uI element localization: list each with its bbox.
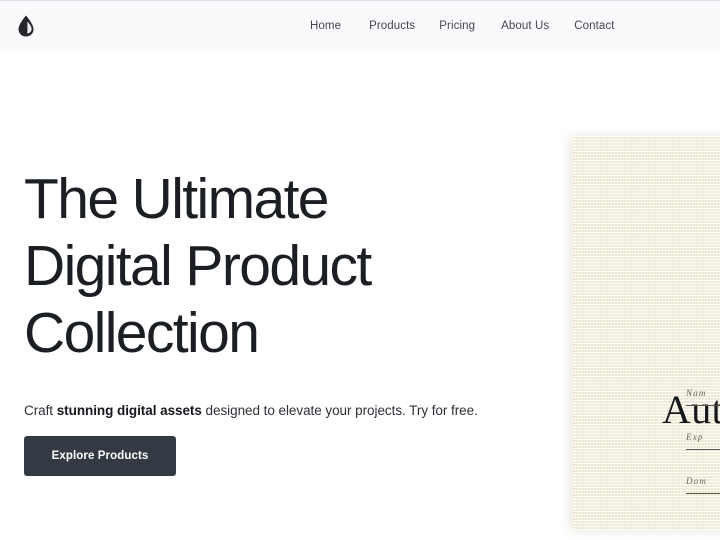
nav-item-about-us[interactable]: About Us [501, 15, 549, 39]
certificate-field-expiry-label: Exp [686, 432, 704, 442]
hero-subtitle-prefix: Craft [24, 403, 57, 418]
nav-item-products[interactable]: Products [369, 15, 415, 39]
certificate-field-name-rule [686, 405, 720, 406]
certificate-field-domain-label: Dom [686, 476, 708, 486]
leaf-drop-logo-icon [18, 15, 34, 37]
nav-item-home[interactable]: Home [310, 15, 341, 39]
landing-page: Home Products Pricing About Us Contact T… [0, 0, 720, 540]
main-navigation: Home Products Pricing About Us Contact [310, 1, 615, 53]
hero-subtitle-suffix: designed to elevate your projects. Try f… [201, 403, 478, 418]
site-header: Home Products Pricing About Us Contact [0, 0, 720, 52]
certificate-field-name-label: Nam [686, 388, 707, 398]
brand-logo[interactable] [13, 10, 39, 42]
explore-products-button[interactable]: Explore Products [24, 436, 176, 476]
certificate-field-expiry[interactable]: Exp [686, 432, 720, 450]
certificate-card[interactable]: Aut Nam Exp Dom [572, 136, 720, 530]
certificate-field-name[interactable]: Nam [686, 388, 720, 406]
hero-title-line-2: Digital Product [24, 234, 372, 298]
certificate-field-expiry-rule [686, 449, 720, 450]
nav-item-contact[interactable]: Contact [574, 15, 614, 39]
hero-subtitle: Craft stunning digital assets designed t… [24, 402, 544, 420]
hero-title-line-1: The Ultimate [24, 167, 330, 231]
certificate-field-domain-rule [686, 493, 720, 494]
hero-subtitle-emphasis: stunning digital assets [56, 403, 202, 418]
hero-section: The Ultimate Digital Product Collection … [24, 166, 544, 476]
hero-title-line-3: Collection [24, 301, 260, 365]
page-title: The Ultimate Digital Product Collection [24, 166, 544, 367]
nav-item-pricing[interactable]: Pricing [439, 15, 475, 39]
certificate-field-domain[interactable]: Dom [686, 476, 720, 494]
certificate-field-list: Nam Exp Dom [686, 388, 720, 520]
